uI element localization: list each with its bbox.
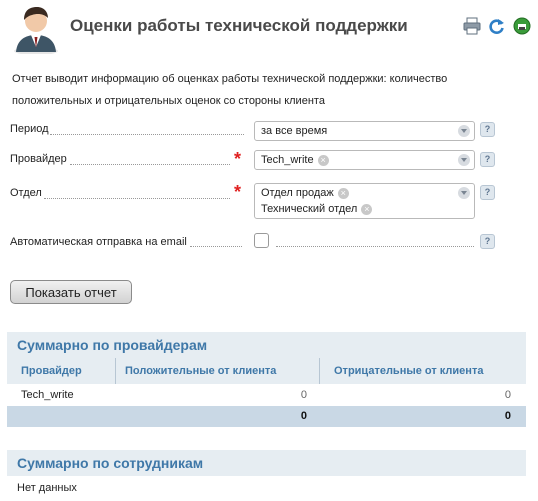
- column-header: Положительные от клиента: [125, 365, 277, 377]
- chevron-down-icon[interactable]: [458, 125, 470, 137]
- section-title: Суммарно по провайдерам: [17, 337, 208, 353]
- user-avatar-icon: [10, 2, 62, 55]
- chip-label: Tech_write: [261, 154, 314, 166]
- chip-remove-icon[interactable]: ×: [361, 203, 373, 215]
- column-divider: [115, 358, 116, 384]
- chevron-down-icon[interactable]: [458, 154, 470, 166]
- period-label: Период: [10, 123, 49, 135]
- page-title: Оценки работы технической поддержки: [70, 16, 408, 35]
- table-header-row: Провайдер Положительные от клиента Отриц…: [7, 358, 526, 384]
- refresh-icon[interactable]: [487, 16, 507, 36]
- show-report-button[interactable]: Показать отчет: [10, 280, 132, 304]
- department-select[interactable]: Отдел продаж × Технический отдел ×: [254, 183, 475, 219]
- help-icon[interactable]: ?: [480, 185, 495, 200]
- export-icon[interactable]: [512, 16, 532, 36]
- chevron-down-icon[interactable]: [458, 187, 470, 199]
- help-icon[interactable]: ?: [480, 122, 495, 137]
- chip-remove-icon[interactable]: ×: [317, 154, 329, 166]
- employees-section-header: Суммарно по сотрудникам: [7, 450, 526, 476]
- required-marker: *: [234, 149, 242, 169]
- total-negative: 0: [504, 410, 511, 422]
- dotted-leader: [276, 246, 474, 247]
- chip: Tech_write ×: [261, 154, 329, 166]
- required-marker: *: [234, 182, 242, 202]
- printer-icon[interactable]: [462, 16, 482, 36]
- chip-remove-icon[interactable]: ×: [337, 187, 349, 199]
- dotted-leader: [44, 198, 230, 199]
- providers-section-header: Суммарно по провайдерам: [7, 332, 526, 358]
- empty-state-text: Нет данных: [17, 482, 77, 494]
- total-positive: 0: [300, 410, 307, 422]
- provider-label: Провайдер: [10, 153, 67, 165]
- department-label: Отдел: [10, 187, 42, 199]
- auto-email-checkbox[interactable]: [254, 233, 269, 248]
- chip: Технический отдел ×: [261, 203, 373, 215]
- positive-cell: 0: [300, 389, 307, 401]
- period-select[interactable]: за все время: [254, 121, 475, 141]
- chip: Отдел продаж ×: [261, 187, 349, 199]
- chip-label: Отдел продаж: [261, 187, 334, 199]
- auto-email-label: Автоматическая отправка на email: [10, 236, 187, 248]
- provider-select[interactable]: Tech_write ×: [254, 150, 475, 170]
- column-divider: [319, 358, 320, 384]
- help-icon[interactable]: ?: [480, 234, 495, 249]
- table-row: Tech_write 0 0: [7, 384, 526, 406]
- section-title: Суммарно по сотрудникам: [17, 455, 204, 471]
- dotted-leader: [190, 246, 242, 247]
- dotted-leader: [50, 134, 244, 135]
- dotted-leader: [70, 164, 230, 165]
- chip-label: Технический отдел: [261, 203, 358, 215]
- table-totals-row: 0 0: [7, 406, 526, 427]
- provider-cell: Tech_write: [21, 389, 74, 401]
- help-icon[interactable]: ?: [480, 152, 495, 167]
- column-header: Провайдер: [21, 365, 82, 377]
- report-description: Отчет выводит информацию об оценках рабо…: [12, 73, 448, 107]
- period-value: за все время: [261, 125, 328, 137]
- column-header: Отрицательные от клиента: [334, 365, 484, 377]
- negative-cell: 0: [504, 389, 511, 401]
